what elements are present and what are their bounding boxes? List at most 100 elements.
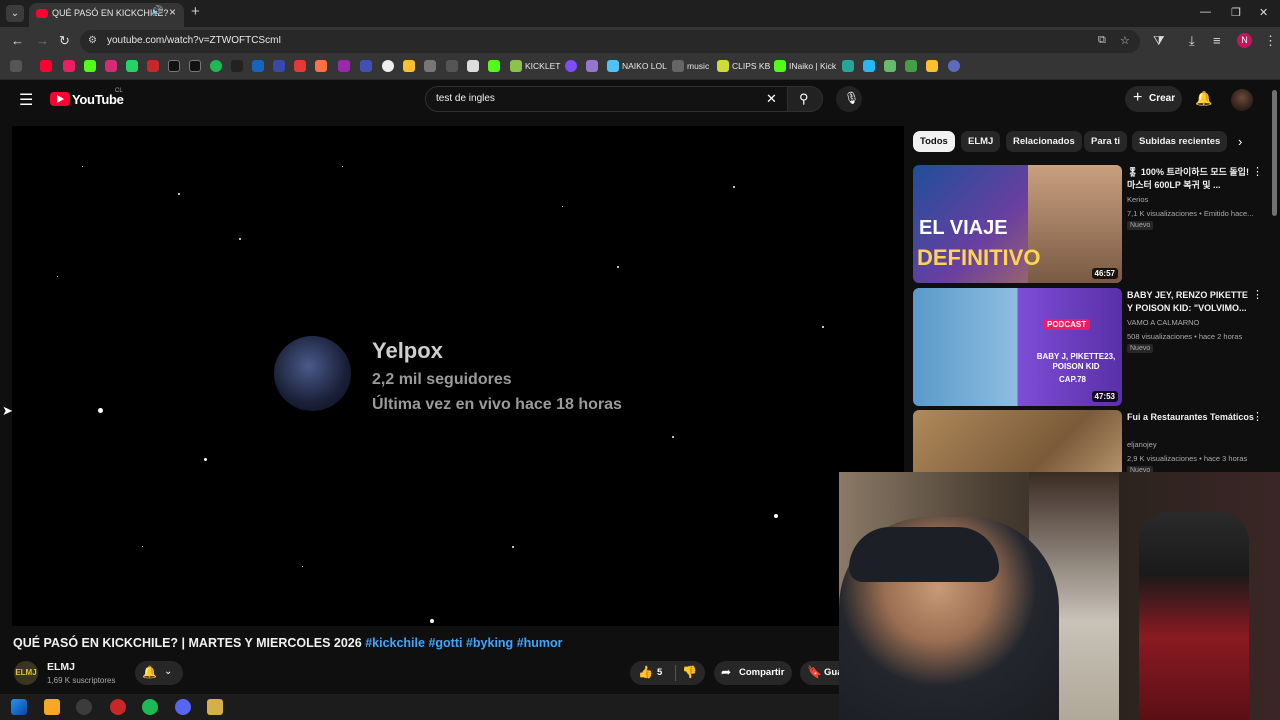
bookmark-youtube-icon[interactable] (40, 60, 52, 72)
search-input[interactable]: test de ingles ✕ (425, 86, 788, 112)
related-video-channel[interactable]: eljanojey (1127, 440, 1157, 449)
tab-search-button[interactable]: ⌄ (6, 5, 24, 22)
bookmark-kick-icon[interactable] (774, 60, 786, 72)
new-tab-button[interactable]: + (191, 3, 200, 20)
dislike-icon[interactable]: 👎 (682, 665, 697, 679)
bookmark-icon[interactable] (424, 60, 436, 72)
chip-channel[interactable]: ELMJ (961, 131, 1001, 152)
downloads-icon[interactable]: ⤓ (1189, 33, 1195, 49)
site-info-icon[interactable]: ⚙ (88, 35, 97, 46)
bookmark-icon[interactable] (607, 60, 619, 72)
bookmark-icon[interactable] (382, 60, 394, 72)
bookmark-icon[interactable] (315, 60, 327, 72)
bookmark-icon[interactable] (863, 60, 875, 72)
bookmark-icon[interactable] (672, 60, 684, 72)
reload-icon[interactable]: ↻ (59, 33, 70, 49)
bookmark-icon[interactable] (586, 60, 598, 72)
chip-for-you[interactable]: Para ti (1084, 131, 1128, 152)
page-scrollbar[interactable] (1272, 90, 1277, 216)
bookmark-icon[interactable] (338, 60, 350, 72)
spotify-icon[interactable] (142, 699, 158, 715)
bookmark-icon[interactable] (926, 60, 938, 72)
extensions-icon[interactable]: ⧩ (1153, 33, 1165, 49)
media-control-icon[interactable]: ≡ (1213, 33, 1221, 48)
youtube-wordmark[interactable]: YouTube (72, 92, 124, 107)
bookmark-icon[interactable] (842, 60, 854, 72)
channel-name[interactable]: ELMJ (47, 661, 75, 673)
bookmark-x-icon[interactable] (168, 60, 180, 72)
hashtag-link[interactable]: #byking (466, 636, 513, 650)
share-button[interactable]: ➦ Compartir (714, 661, 792, 685)
file-explorer-icon[interactable] (44, 699, 60, 715)
bookmark-icon[interactable] (948, 60, 960, 72)
clear-search-icon[interactable]: ✕ (766, 91, 777, 107)
restore-icon[interactable]: ❐ (1231, 6, 1241, 19)
create-button[interactable]: + Crear (1125, 86, 1182, 112)
subscription-notifications-button[interactable]: 🔔 ⌄ (135, 661, 183, 685)
related-video-title[interactable]: 🎖 100% 트라이하드 모드 돌입! 마스터 600LP 복귀 및 ... (1127, 166, 1255, 191)
minimize-icon[interactable]: — (1200, 6, 1211, 18)
channel-avatar[interactable]: ELMJ (14, 661, 38, 685)
tab-close-icon[interactable]: × (169, 5, 176, 19)
bookmark-icon[interactable] (403, 60, 415, 72)
bookmark-icon[interactable] (467, 60, 479, 72)
bookmark-label[interactable]: music (687, 61, 709, 71)
bookmark-icon[interactable] (273, 60, 285, 72)
browser-tab-active[interactable]: QUÉ PASÓ EN KICKCHILE? 🔊 × (29, 3, 184, 27)
chrome-icon[interactable] (76, 699, 92, 715)
tab-audio-icon[interactable]: 🔊 (151, 6, 163, 17)
bookmark-icon[interactable] (147, 60, 159, 72)
save-button[interactable]: 🔖 Guardar (800, 661, 840, 685)
account-avatar[interactable] (1231, 89, 1253, 111)
chip-all[interactable]: Todos (913, 131, 955, 152)
video-thumbnail[interactable]: EL VIAJE DEFINITIVO 46:57 (913, 165, 1122, 283)
related-video-channel[interactable]: VAMO A CALMARNO (1127, 318, 1199, 327)
related-video-channel[interactable]: Kerios (1127, 195, 1148, 204)
back-icon[interactable]: ← (11, 33, 24, 48)
bookmark-icon[interactable] (565, 60, 577, 72)
bookmark-icon[interactable] (884, 60, 896, 72)
chip-related[interactable]: Relacionados (1006, 131, 1082, 152)
bookmark-icon[interactable] (717, 60, 729, 72)
bookmark-tiktok-icon[interactable] (189, 60, 201, 72)
bookmark-icon[interactable] (905, 60, 917, 72)
related-video[interactable]: PODCAST BABY J, PIKETTE23, POISON KID CA… (913, 288, 1273, 406)
bookmark-label[interactable]: CLIPS KB (732, 61, 770, 71)
bookmark-icon[interactable] (360, 60, 372, 72)
bookmark-icon[interactable] (446, 60, 458, 72)
bookmark-icon[interactable] (63, 60, 75, 72)
hashtag-link[interactable]: #gotti (428, 636, 462, 650)
search-button[interactable]: ⚲ (787, 86, 823, 112)
bookmark-icon[interactable] (488, 60, 500, 72)
voice-search-button[interactable]: 🎙 (836, 86, 862, 112)
bookmark-icon[interactable] (510, 60, 522, 72)
like-icon[interactable]: 👍 (638, 665, 653, 679)
bookmark-label[interactable]: INaiko | Kick (789, 61, 836, 71)
related-video-title[interactable]: BABY JEY, RENZO PIKETTE Y POISON KID: "V… (1127, 289, 1255, 314)
forward-icon[interactable]: → (36, 33, 49, 48)
chevron-right-icon[interactable]: › (1238, 134, 1242, 149)
more-options-icon[interactable]: ⋮ (1252, 288, 1263, 301)
more-options-icon[interactable]: ⋮ (1252, 165, 1263, 178)
bookmark-icon[interactable] (231, 60, 243, 72)
hashtag-link[interactable]: #humor (517, 636, 563, 650)
notifications-bell-icon[interactable]: 🔔 (1195, 90, 1212, 107)
install-app-icon[interactable]: ⧉ (1098, 34, 1106, 47)
bookmark-spotify-icon[interactable] (210, 60, 222, 72)
obs-icon[interactable] (110, 699, 126, 715)
discord-icon[interactable] (175, 699, 191, 715)
bookmark-icon[interactable] (294, 60, 306, 72)
chip-recent-uploads[interactable]: Subidas recientes (1132, 131, 1228, 152)
browser-menu-icon[interactable]: ⋮ (1264, 33, 1277, 49)
bookmark-icon[interactable] (252, 60, 264, 72)
bookmark-kick-icon[interactable] (84, 60, 96, 72)
apps-grid-icon[interactable] (10, 60, 22, 72)
bookmark-star-icon[interactable]: ☆ (1120, 34, 1130, 47)
profile-avatar[interactable]: N (1237, 33, 1252, 48)
related-video-title[interactable]: Fui a Restaurantes Temáticos (1127, 411, 1255, 424)
related-video[interactable]: EL VIAJE DEFINITIVO 46:57 🎖 100% 트라이하드 모… (913, 165, 1273, 283)
hashtag-link[interactable]: #kickchile (365, 636, 425, 650)
more-options-icon[interactable]: ⋮ (1252, 410, 1263, 423)
app-icon[interactable] (207, 699, 223, 715)
bookmark-whatsapp-icon[interactable] (126, 60, 138, 72)
